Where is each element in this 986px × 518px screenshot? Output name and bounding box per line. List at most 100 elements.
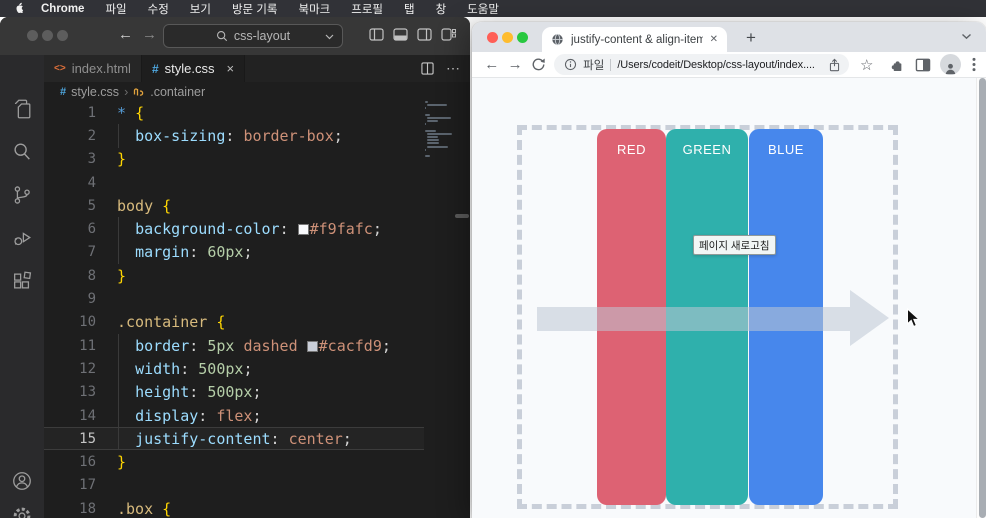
web-page[interactable]: RED GREEN BLUE 페이지 새로고침 bbox=[472, 78, 986, 518]
toggle-sidebar-icon[interactable] bbox=[369, 28, 384, 41]
editor-scrollbar-thumb[interactable] bbox=[455, 214, 469, 218]
chrome-minimize-button[interactable] bbox=[502, 31, 513, 43]
code-line[interactable]: 6 background-color: #f9fafc; bbox=[44, 217, 424, 241]
indent-guide bbox=[118, 428, 119, 450]
address-bar[interactable]: 파일 /Users/codeit/Desktop/css-layout/inde… bbox=[554, 54, 850, 75]
apple-icon[interactable] bbox=[14, 2, 26, 15]
menubar-item[interactable]: 창 bbox=[436, 1, 447, 17]
breadcrumb[interactable]: # style.css › .container bbox=[60, 82, 205, 101]
breadcrumb-symbol[interactable]: .container bbox=[150, 85, 205, 99]
search-icon[interactable] bbox=[10, 140, 34, 164]
close-tab-icon[interactable]: ✕ bbox=[710, 34, 718, 45]
menubar-item[interactable]: 보기 bbox=[190, 1, 211, 17]
back-icon[interactable]: ← bbox=[480, 53, 503, 77]
menubar-item[interactable]: 북마크 bbox=[298, 1, 330, 17]
indent-guide bbox=[118, 357, 119, 381]
settings-gear-icon[interactable] bbox=[10, 504, 34, 518]
forward-icon[interactable]: → bbox=[503, 53, 526, 77]
url-path[interactable]: /Users/codeit/Desktop/css-layout/index..… bbox=[617, 59, 822, 71]
run-debug-icon[interactable] bbox=[10, 226, 34, 250]
toggle-secondary-sidebar-icon[interactable] bbox=[417, 28, 432, 41]
line-number: 18 bbox=[79, 500, 96, 517]
code-line[interactable]: 15 justify-content: center; bbox=[44, 427, 424, 451]
split-editor-icon[interactable] bbox=[421, 62, 434, 75]
chevron-down-icon[interactable] bbox=[961, 33, 972, 40]
customize-layout-icon[interactable] bbox=[441, 28, 456, 41]
menubar-item[interactable]: 도움말 bbox=[467, 1, 499, 17]
chrome-zoom-button[interactable] bbox=[517, 31, 528, 43]
bookmark-star-icon[interactable]: ☆ bbox=[855, 53, 878, 77]
page-scrollbar[interactable] bbox=[976, 78, 986, 518]
code-line[interactable]: 8} bbox=[44, 264, 424, 287]
line-number: 10 bbox=[79, 314, 96, 331]
chrome-close-button[interactable] bbox=[487, 31, 498, 43]
source-control-icon[interactable] bbox=[10, 183, 34, 207]
command-center-text: css-layout bbox=[233, 29, 291, 43]
code-line[interactable]: 2 box-sizing: border-box; bbox=[44, 124, 424, 148]
toggle-panel-icon[interactable] bbox=[393, 28, 408, 41]
chevron-down-icon bbox=[325, 34, 334, 40]
more-actions-icon[interactable]: ⋯ bbox=[446, 60, 460, 77]
code-line[interactable]: 3} bbox=[44, 148, 424, 171]
extensions-icon[interactable] bbox=[10, 269, 34, 293]
profile-avatar[interactable] bbox=[939, 53, 962, 77]
code-line[interactable]: 17 bbox=[44, 474, 424, 497]
code-line[interactable]: 12 width: 500px; bbox=[44, 357, 424, 381]
chrome-titlebar[interactable]: justify-content & align-items ✕ + bbox=[472, 22, 986, 52]
tab-style-css[interactable]: # style.css × bbox=[141, 55, 246, 82]
menubar-item[interactable]: 탭 bbox=[404, 1, 415, 17]
explorer-icon[interactable] bbox=[10, 97, 34, 121]
menubar-app-name[interactable]: Chrome bbox=[41, 3, 84, 15]
reload-icon[interactable] bbox=[527, 53, 550, 77]
vscode-titlebar[interactable]: ← → css-layout bbox=[0, 17, 470, 55]
info-icon[interactable] bbox=[564, 58, 577, 71]
menu-dots-icon[interactable] bbox=[963, 53, 986, 77]
code-line[interactable]: 4 bbox=[44, 171, 424, 194]
menubar-item[interactable]: 방문 기록 bbox=[232, 1, 278, 17]
code-text: } bbox=[117, 150, 127, 169]
code-line[interactable]: 14 display: flex; bbox=[44, 403, 424, 428]
indent-guide bbox=[118, 380, 119, 404]
extensions-puzzle-icon[interactable] bbox=[884, 53, 907, 77]
line-number: 13 bbox=[79, 384, 96, 401]
breadcrumb-file[interactable]: style.css bbox=[71, 85, 119, 99]
line-number: 15 bbox=[79, 430, 96, 447]
vscode-forward-icon[interactable]: → bbox=[142, 26, 157, 43]
tab-label: style.css bbox=[164, 61, 215, 76]
code-line[interactable]: 9 bbox=[44, 287, 424, 310]
url-scheme-label: 파일 bbox=[583, 59, 605, 72]
code-line[interactable]: 1 * { bbox=[44, 101, 424, 124]
code-line[interactable]: 13 height: 500px; bbox=[44, 380, 424, 404]
reload-tooltip: 페이지 새로고침 bbox=[693, 235, 776, 255]
vscode-close-button[interactable] bbox=[27, 30, 38, 41]
tab-title: justify-content & align-items bbox=[571, 33, 703, 46]
line-number: 1 bbox=[87, 104, 96, 121]
account-icon[interactable] bbox=[10, 469, 34, 493]
vscode-zoom-button[interactable] bbox=[57, 30, 68, 41]
code-line[interactable]: 16} bbox=[44, 450, 424, 473]
minimap[interactable] bbox=[425, 101, 455, 158]
vscode-command-center[interactable]: css-layout bbox=[163, 24, 343, 48]
code-line[interactable]: 11 border: 5px dashed #cacfd9; bbox=[44, 333, 424, 358]
browser-tab[interactable]: justify-content & align-items ✕ bbox=[542, 27, 727, 52]
code-line[interactable]: 10 .container { bbox=[44, 311, 424, 334]
code-line[interactable]: 7 margin: 60px; bbox=[44, 240, 424, 265]
menubar-item[interactable]: 파일 bbox=[105, 1, 126, 17]
code-line[interactable]: 18 .box { bbox=[44, 497, 424, 518]
code-editor[interactable]: 1 * {2 box-sizing: border-box; 3} 4 5 body {6… bbox=[44, 101, 424, 518]
side-panel-icon[interactable] bbox=[912, 53, 935, 77]
menubar-item[interactable]: 프로필 bbox=[351, 1, 383, 17]
code-text: background-color: #f9fafc; bbox=[135, 220, 382, 239]
share-icon[interactable] bbox=[828, 58, 841, 72]
tab-index-html[interactable]: <> index.html bbox=[44, 55, 142, 82]
menubar-item[interactable]: 수정 bbox=[148, 1, 169, 17]
code-text: border: 5px dashed #cacfd9; bbox=[135, 336, 391, 355]
code-text: margin: 60px; bbox=[135, 243, 253, 262]
line-number: 3 bbox=[87, 151, 96, 168]
new-tab-button[interactable]: + bbox=[739, 26, 763, 50]
code-line[interactable]: 5 body { bbox=[44, 194, 424, 217]
close-tab-icon[interactable]: × bbox=[226, 61, 234, 76]
vscode-back-icon[interactable]: ← bbox=[118, 26, 133, 43]
scrollbar-thumb[interactable] bbox=[978, 78, 986, 518]
vscode-minimize-button[interactable] bbox=[42, 30, 53, 41]
